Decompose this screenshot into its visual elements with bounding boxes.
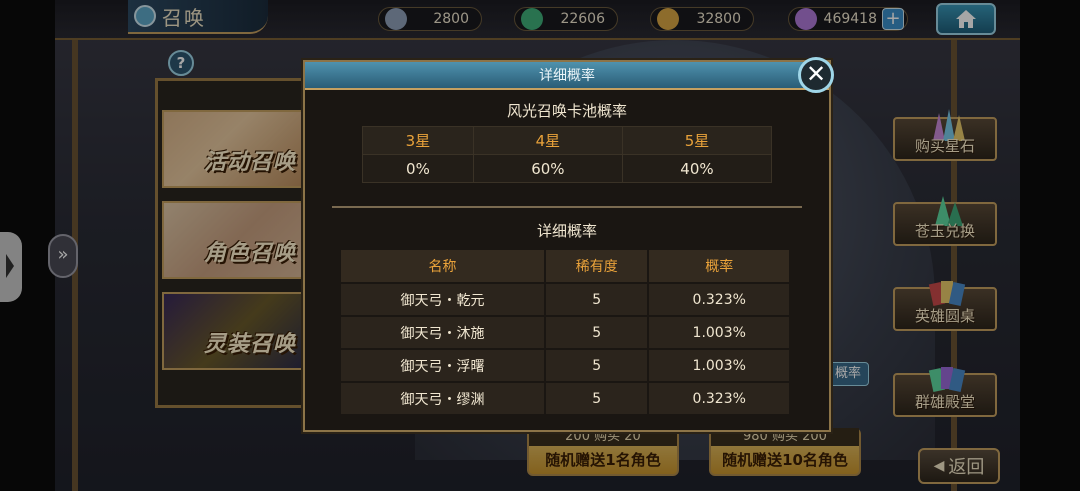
table-row: 御天弓・缪渊 5 0.323% [341, 383, 789, 414]
table-row: 御天弓・乾元 5 0.323% [341, 284, 789, 315]
rate-detail-modal: 详细概率 风光召唤卡池概率 3星 4星 5星 0% 60% 40% 详细概率 名… [303, 60, 831, 432]
item-name: 御天弓・浮曙 [341, 350, 544, 381]
item-rate: 1.003% [649, 317, 789, 348]
star-rate-value: 0% [362, 154, 474, 183]
item-rate: 0.323% [649, 383, 789, 414]
column-header-rarity: 稀有度 [545, 250, 648, 282]
detail-rate-table[interactable]: 名称 稀有度 概率 御天弓・乾元 5 0.323% 御天弓・沐施 5 1.003… [339, 248, 791, 416]
item-name: 御天弓・缪渊 [341, 383, 544, 414]
star-header: 3星 [362, 126, 474, 155]
star-rate-table: 3星 4星 5星 0% 60% 40% [362, 126, 773, 183]
close-icon[interactable]: ✕ [798, 57, 834, 93]
item-rate: 0.323% [649, 284, 789, 315]
table-row: 御天弓・浮曙 5 1.003% [341, 350, 789, 381]
star-header: 4星 [472, 126, 623, 155]
modal-title: 详细概率 [305, 62, 829, 90]
detail-rate-title: 详细概率 [536, 222, 597, 240]
column-header-name: 名称 [341, 250, 544, 282]
item-rarity: 5 [545, 284, 648, 315]
item-rarity: 5 [545, 317, 648, 348]
item-name: 御天弓・乾元 [341, 284, 544, 315]
item-rarity: 5 [545, 350, 648, 381]
table-row: 御天弓・沐施 5 1.003% [341, 317, 789, 348]
item-rarity: 5 [545, 383, 648, 414]
item-name: 御天弓・沐施 [341, 317, 544, 348]
column-header-rate: 概率 [649, 250, 789, 282]
item-rate: 1.003% [649, 350, 789, 381]
section-divider [332, 206, 802, 208]
star-header: 5星 [621, 126, 773, 155]
pool-rate-title: 风光召唤卡池概率 [506, 102, 627, 120]
star-rate-value: 60% [472, 154, 623, 183]
star-rate-value: 40% [621, 154, 773, 183]
